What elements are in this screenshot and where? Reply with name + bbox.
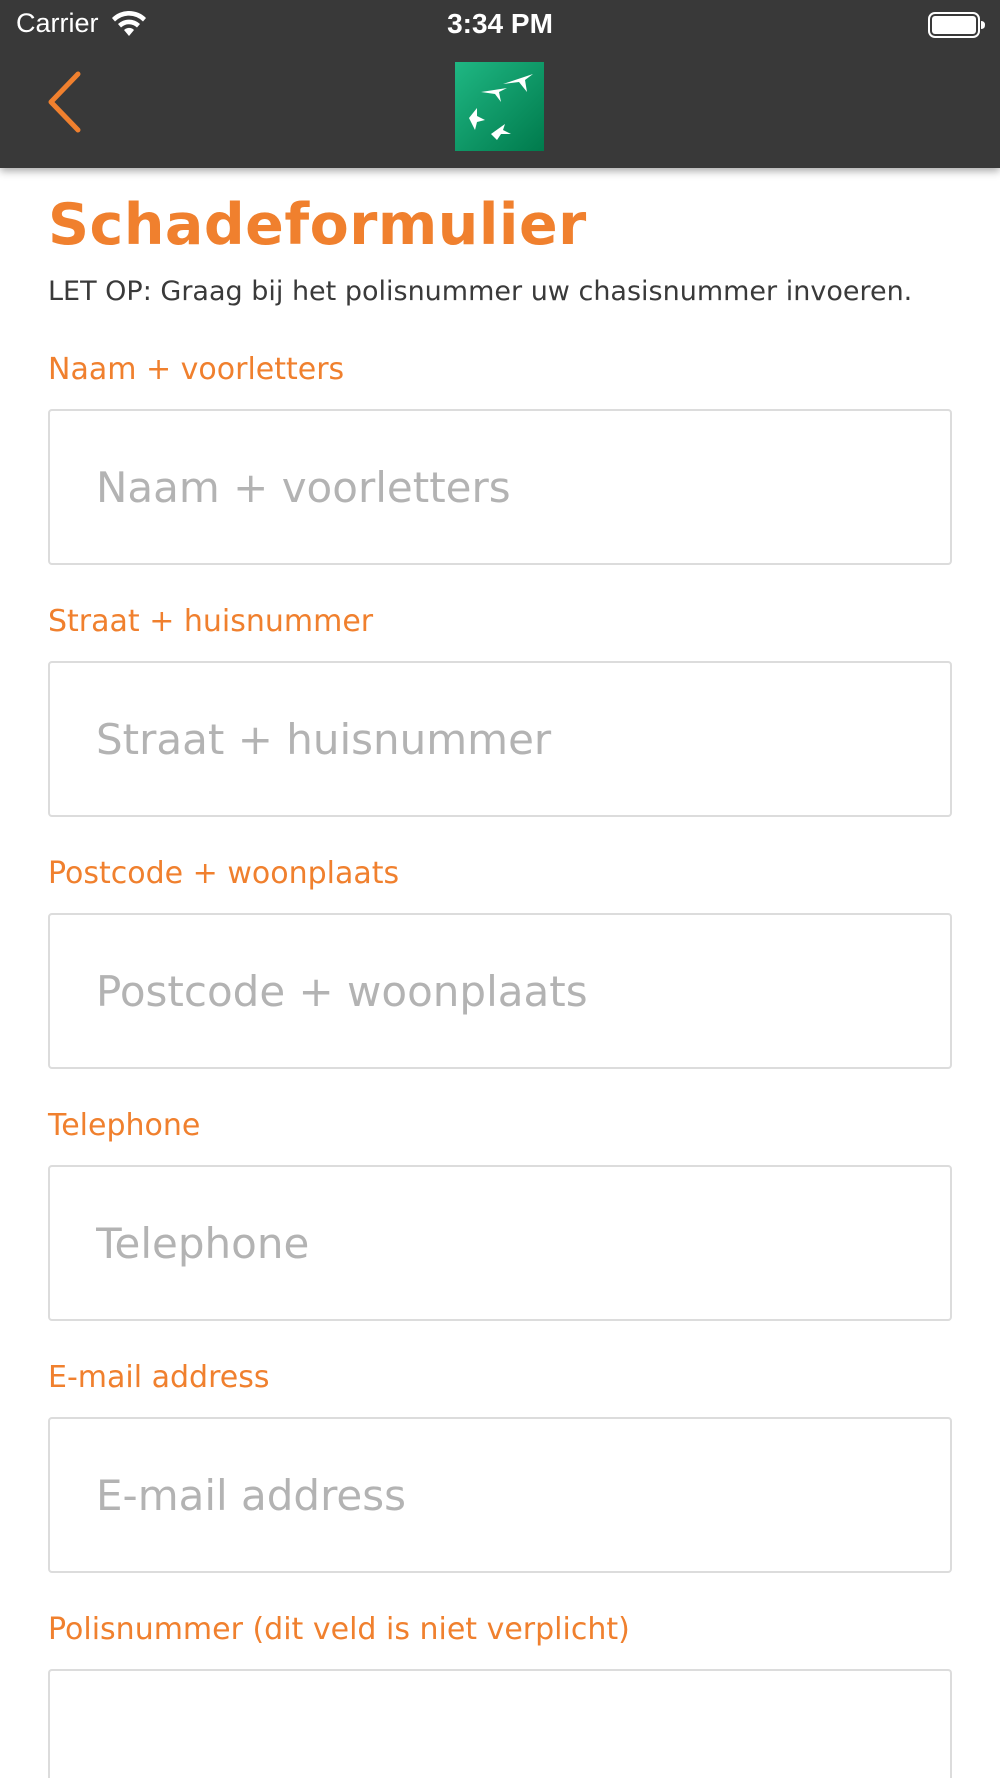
email-input[interactable] [48,1417,952,1573]
status-bar-time: 3:34 PM [447,8,553,39]
name-input[interactable] [48,409,952,565]
policy-number-input[interactable] [48,1669,952,1778]
page-title: Schadeformulier [48,192,587,258]
postcode-label: Postcode + woonplaats [48,856,400,891]
telephone-label: Telephone [48,1108,201,1143]
form-notice: LET OP: Graag bij het polisnummer uw cha… [48,276,913,307]
back-button[interactable] [34,62,94,142]
bnp-paribas-logo [455,62,544,151]
battery-full-icon [928,12,985,38]
policy-number-label: Polisnummer (dit veld is niet verplicht) [48,1612,630,1647]
street-input[interactable] [48,661,952,817]
name-label: Naam + voorletters [48,352,345,387]
telephone-input[interactable] [48,1165,952,1321]
chevron-left-icon [48,71,81,133]
street-label: Straat + huisnummer [48,604,374,639]
top-navigation-bar: Carrier 3:34 PM [0,0,1000,168]
email-label: E-mail address [48,1360,270,1395]
postcode-input[interactable] [48,913,952,1069]
